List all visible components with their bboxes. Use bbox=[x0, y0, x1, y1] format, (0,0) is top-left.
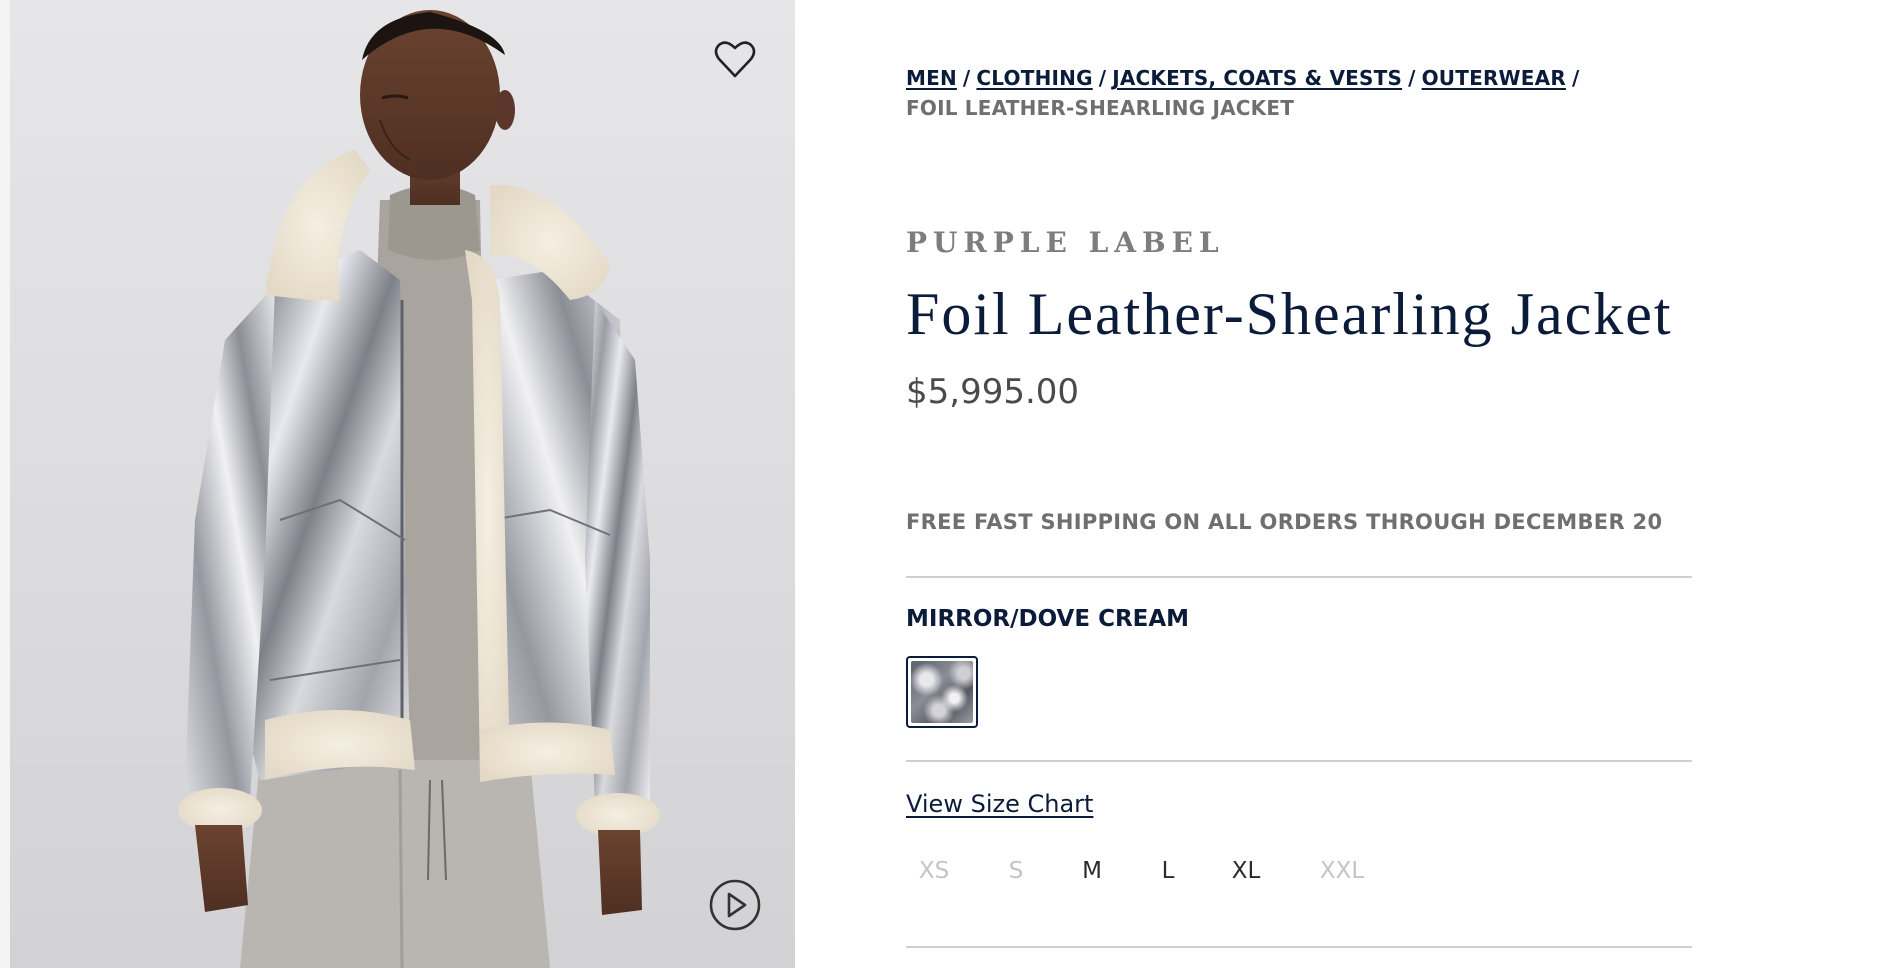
breadcrumb: MEN / CLOTHING / JACKETS, COATS & VESTS / OUTE… bbox=[906, 64, 1692, 122]
divider bbox=[906, 760, 1692, 762]
size-option-xxl[interactable]: XXL bbox=[1302, 858, 1382, 884]
size-selector: XS S M L XL XXL bbox=[906, 858, 1692, 894]
product-info: MEN / CLOTHING / JACKETS, COATS & VESTS / OUTE… bbox=[906, 0, 1692, 968]
size-chart-link[interactable]: View Size Chart bbox=[906, 790, 1093, 818]
breadcrumb-separator: / bbox=[1408, 66, 1416, 90]
product-photo bbox=[178, 10, 660, 968]
divider bbox=[906, 576, 1692, 578]
breadcrumb-link-jackets[interactable]: JACKETS, COATS & VESTS bbox=[1112, 66, 1402, 90]
size-option-xs[interactable]: XS bbox=[894, 858, 974, 884]
product-image-panel[interactable] bbox=[10, 0, 795, 968]
size-option-l[interactable]: L bbox=[1128, 858, 1208, 884]
product-price: $5,995.00 bbox=[906, 372, 1080, 412]
breadcrumb-current: FOIL LEATHER-SHEARLING JACKET bbox=[906, 96, 1295, 120]
size-option-s[interactable]: S bbox=[976, 858, 1056, 884]
play-video-icon[interactable] bbox=[708, 878, 762, 932]
product-title: Foil Leather-Shearling Jacket bbox=[906, 281, 1673, 347]
product-page: MEN / CLOTHING / JACKETS, COATS & VESTS / OUTE… bbox=[0, 0, 1900, 968]
color-swatch-selected[interactable] bbox=[906, 656, 978, 728]
breadcrumb-link-outerwear[interactable]: OUTERWEAR bbox=[1422, 66, 1566, 90]
swatch-image bbox=[911, 661, 973, 723]
breadcrumb-link-clothing[interactable]: CLOTHING bbox=[976, 66, 1092, 90]
brand-label: PURPLE LABEL bbox=[906, 226, 1225, 259]
breadcrumb-separator: / bbox=[962, 66, 971, 90]
shipping-note: FREE FAST SHIPPING ON ALL ORDERS THROUGH… bbox=[906, 510, 1663, 534]
divider bbox=[906, 946, 1692, 948]
size-option-m[interactable]: M bbox=[1052, 858, 1132, 884]
color-name: MIRROR/DOVE CREAM bbox=[906, 606, 1190, 632]
breadcrumb-separator: / bbox=[1571, 66, 1580, 90]
breadcrumb-separator: / bbox=[1098, 66, 1107, 90]
breadcrumb-link-men[interactable]: MEN bbox=[906, 66, 957, 90]
heart-icon[interactable] bbox=[710, 34, 760, 84]
size-option-xl[interactable]: XL bbox=[1206, 858, 1286, 884]
page-edge bbox=[0, 0, 10, 968]
